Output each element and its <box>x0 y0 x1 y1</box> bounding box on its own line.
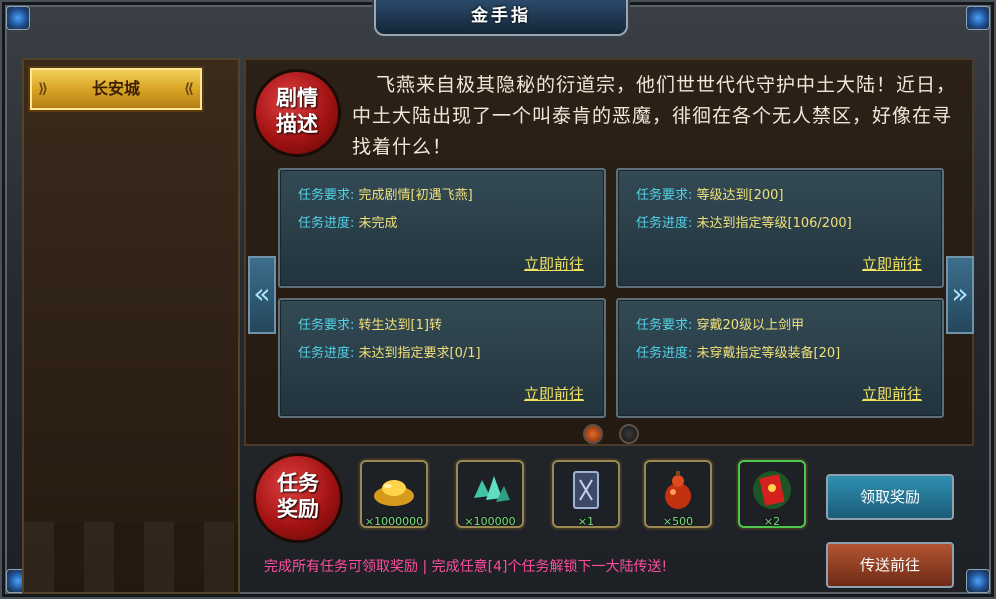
task-card: 任务要求: 穿戴20级以上剑甲 任务进度: 未穿戴指定等级装备[20] 立即前往 <box>616 298 944 418</box>
task-card: 任务要求: 转生达到[1]转 任务进度: 未达到指定要求[0/1] 立即前往 <box>278 298 606 418</box>
reward-qty: ×1000000 <box>364 515 424 528</box>
corner-gem-icon <box>966 569 990 593</box>
window-title: 金手指 <box>471 6 531 26</box>
scroll-card-icon <box>573 471 599 509</box>
arrow-right-icon: ⟫ <box>38 81 49 97</box>
story-badge-line1: 剧情 <box>276 86 318 110</box>
go-now-link[interactable]: 立即前往 <box>524 253 584 274</box>
sidebar-item-changan[interactable]: ⟫ 长安城 ⟪ <box>28 66 204 112</box>
task-prog-value: 未穿戴指定等级装备[20] <box>696 346 841 361</box>
task-prog-label: 任务进度: <box>298 216 355 231</box>
task-prog-label: 任务进度: <box>636 346 693 361</box>
task-req-value: 等级达到[200] <box>696 188 784 203</box>
reward-item[interactable]: ×500 <box>644 460 712 528</box>
story-description: 飞燕来自极其隐秘的衍道宗，他们世世代代守护中土大陆！近日，中土大陆出现了一个叫泰… <box>352 74 957 158</box>
reward-badge: 任务 奖励 <box>256 456 340 540</box>
go-now-link[interactable]: 立即前往 <box>862 253 922 274</box>
story-badge: 剧情 描述 <box>256 72 338 154</box>
task-req-label: 任务要求: <box>298 318 355 333</box>
story-badge-line2: 描述 <box>276 112 318 136</box>
page-dot-active[interactable] <box>583 424 603 444</box>
prev-page-arrow-icon[interactable]: « <box>248 256 276 334</box>
task-card: 任务要求: 等级达到[200] 任务进度: 未达到指定等级[106/200] 立… <box>616 168 944 288</box>
sidebar <box>22 58 240 594</box>
teleport-button[interactable]: 传送前往 <box>826 542 954 588</box>
go-now-link[interactable]: 立即前往 <box>862 383 922 404</box>
reward-item[interactable]: ×1000000 <box>360 460 428 528</box>
task-req-value: 穿戴20级以上剑甲 <box>696 318 805 333</box>
task-prog-value: 未完成 <box>358 216 398 231</box>
gold-ingot-icon <box>374 480 414 506</box>
task-prog-label: 任务进度: <box>298 346 355 361</box>
corner-gem-icon <box>966 6 990 30</box>
reward-qty: ×100000 <box>464 515 516 528</box>
reward-item[interactable]: ×1 <box>552 460 620 528</box>
sidebar-item-label: 长安城 <box>91 79 140 98</box>
corner-gem-icon <box>6 6 30 30</box>
task-prog-value: 未达到指定等级[106/200] <box>696 216 852 231</box>
task-prog-label: 任务进度: <box>636 216 693 231</box>
task-card: 任务要求: 完成剧情[初遇飞燕] 任务进度: 未完成 立即前往 <box>278 168 606 288</box>
red-gourd-icon <box>665 471 691 509</box>
next-page-arrow-icon[interactable]: » <box>946 256 974 334</box>
reward-item[interactable]: ×2 <box>738 460 806 528</box>
task-req-label: 任务要求: <box>298 188 355 203</box>
title-plate: 金手指 <box>374 0 628 36</box>
reward-qty: ×500 <box>662 515 694 528</box>
reward-qty: ×1 <box>577 515 595 528</box>
task-req-label: 任务要求: <box>636 188 693 203</box>
go-now-link[interactable]: 立即前往 <box>524 383 584 404</box>
arrow-left-icon: ⟪ <box>183 81 194 97</box>
reward-badge-line1: 任务 <box>277 471 319 495</box>
claim-reward-button[interactable]: 领取奖励 <box>826 474 954 520</box>
task-req-value: 转生达到[1]转 <box>358 318 442 333</box>
task-prog-value: 未达到指定要求[0/1] <box>358 346 481 361</box>
page-dot[interactable] <box>619 424 639 444</box>
reward-qty: ×2 <box>763 515 781 528</box>
red-envelope-icon <box>753 471 791 509</box>
reward-item[interactable]: ×100000 <box>456 460 524 528</box>
task-req-value: 完成剧情[初遇飞燕] <box>358 188 473 203</box>
task-req-label: 任务要求: <box>636 318 693 333</box>
reward-badge-line2: 奖励 <box>277 497 319 521</box>
crystal-ore-icon <box>474 476 510 502</box>
footer-tip: 完成所有任务可领取奖励 | 完成任意[4]个任务解锁下一大陆传送! <box>264 559 668 575</box>
